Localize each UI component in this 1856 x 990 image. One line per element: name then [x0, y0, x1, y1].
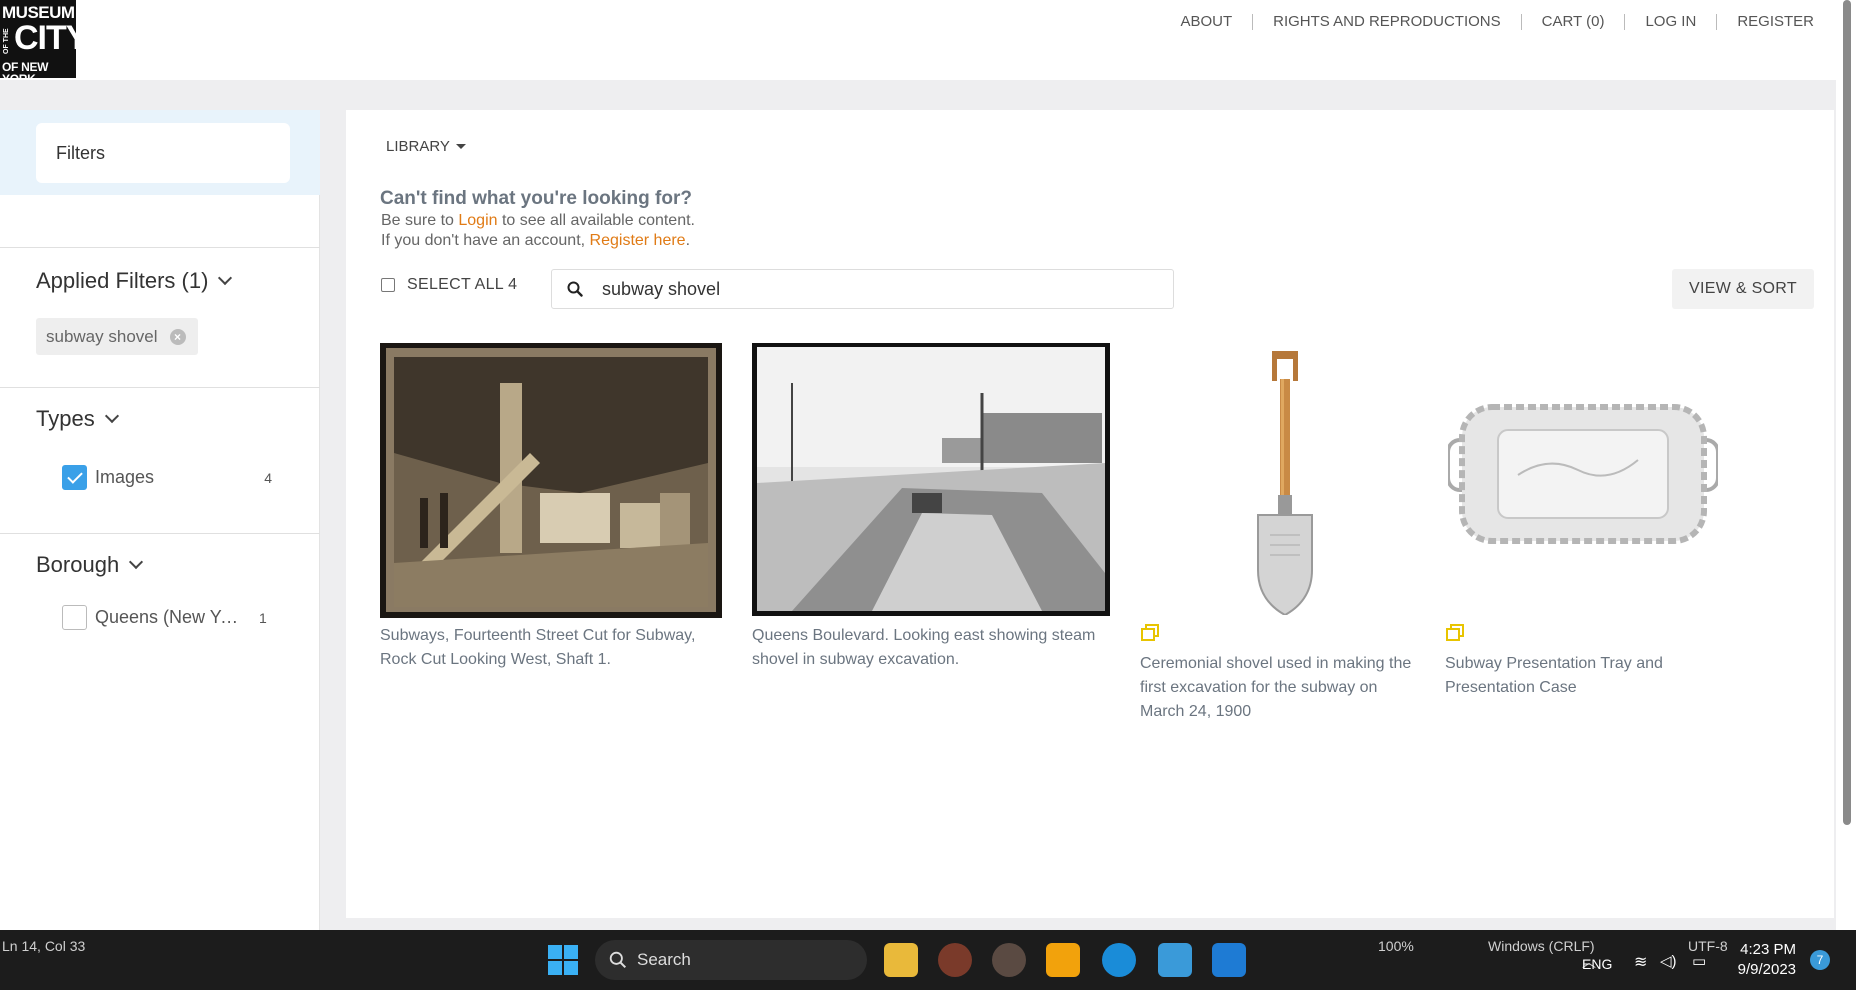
filters-button[interactable]: Filters	[36, 123, 290, 183]
remove-filter-icon[interactable]: ×	[169, 328, 186, 345]
app-icon[interactable]	[938, 943, 972, 977]
chip-label: subway shovel	[46, 326, 158, 346]
page-scrollbar[interactable]	[1843, 0, 1851, 825]
queens-checkbox[interactable]	[62, 605, 87, 630]
facet-count: 1	[259, 609, 267, 626]
register-prompt: If you don't have an account, Register h…	[381, 232, 690, 250]
app-icon[interactable]	[992, 943, 1026, 977]
chevron-down-icon	[218, 270, 233, 286]
edge-browser-icon[interactable]	[1102, 943, 1136, 977]
filter-sidebar	[0, 110, 320, 930]
caret-down-icon	[455, 144, 466, 149]
layout-gutter	[320, 110, 346, 930]
cursor-position[interactable]: Ln 14, Col 33	[2, 938, 85, 954]
select-all-label: SELECT ALL 4	[407, 276, 518, 293]
facet-label: Images	[95, 467, 155, 487]
battery-icon[interactable]: ▭	[1692, 952, 1706, 970]
nav-about[interactable]: ABOUT	[1160, 14, 1252, 30]
taskbar: Ln 14, Col 33 100% Windows (CRLF) UTF-8 …	[0, 930, 1856, 990]
site-header: MUSEUM OF THE CITY OF NEW YORK ABOUT RIG…	[0, 0, 1856, 80]
types-title: Types	[36, 406, 95, 431]
search-icon	[552, 281, 598, 297]
result-image-2[interactable]	[752, 343, 1110, 616]
library-label: LIBRARY	[386, 138, 450, 155]
notepad-icon[interactable]	[1158, 943, 1192, 977]
login-prompt: Be sure to Login to see all available co…	[381, 212, 695, 230]
museum-logo[interactable]: MUSEUM OF THE CITY OF NEW YORK	[0, 0, 76, 78]
facet-item-images[interactable]: Images 4	[62, 465, 272, 490]
volume-icon[interactable]: ◁)	[1660, 952, 1677, 970]
app-icon[interactable]	[1046, 943, 1080, 977]
multiple-images-icon	[1140, 624, 1160, 642]
facet-label: Queens (New York, N.Y.)	[95, 607, 247, 627]
layout-gutter-right	[1834, 110, 1836, 930]
select-all[interactable]: SELECT ALL 4	[381, 276, 517, 294]
nav-register[interactable]: REGISTER	[1716, 14, 1834, 30]
file-explorer-icon[interactable]	[884, 943, 918, 977]
result-caption-3[interactable]: Ceremonial shovel used in making the fir…	[1140, 652, 1415, 724]
zoom-level[interactable]: 100%	[1378, 938, 1414, 954]
library-dropdown[interactable]: LIBRARY	[386, 138, 466, 155]
system-clock[interactable]: 4:23 PM 9/9/2023	[1738, 940, 1796, 980]
vscode-icon[interactable]	[1212, 943, 1246, 977]
line-ending[interactable]: Windows (CRLF)	[1488, 938, 1595, 954]
search-value: subway shovel	[602, 278, 721, 299]
types-toggle[interactable]: Types	[36, 406, 119, 432]
logo-line-4: OF NEW YORK	[2, 60, 49, 78]
applied-filter-chip: subway shovel ×	[36, 318, 198, 355]
clock-time: 4:23 PM	[1740, 941, 1796, 958]
taskbar-search[interactable]: Search	[595, 940, 867, 980]
images-checkbox[interactable]	[62, 465, 87, 490]
login-prompt-post: to see all available content.	[497, 212, 695, 229]
wifi-icon[interactable]: ≋	[1634, 952, 1647, 972]
search-icon	[609, 951, 627, 969]
clock-date: 9/9/2023	[1737, 961, 1796, 978]
register-prompt-post: .	[685, 232, 691, 249]
logo-line-3: CITY	[14, 19, 76, 57]
search-input[interactable]: subway shovel	[551, 269, 1174, 309]
nav-login[interactable]: LOG IN	[1624, 14, 1716, 30]
view-sort-button[interactable]: VIEW & SORT	[1672, 269, 1814, 309]
result-image-1[interactable]	[380, 343, 722, 618]
taskbar-search-label: Search	[637, 950, 691, 969]
divider	[0, 247, 320, 248]
result-caption-4[interactable]: Subway Presentation Tray and Presentatio…	[1445, 652, 1705, 700]
divider	[0, 387, 320, 388]
cant-find-heading: Can't find what you're looking for?	[380, 188, 692, 209]
borough-toggle[interactable]: Borough	[36, 552, 144, 578]
logo-line-2: OF THE	[3, 28, 10, 54]
chevron-down-icon	[104, 408, 119, 424]
applied-filters-title: Applied Filters (1)	[36, 268, 209, 293]
notification-badge[interactable]: 7	[1810, 950, 1830, 970]
login-prompt-pre: Be sure to	[381, 212, 459, 229]
register-prompt-pre: If you don't have an account,	[381, 232, 590, 249]
nav-rights-reproductions[interactable]: RIGHTS AND REPRODUCTIONS	[1252, 14, 1521, 30]
divider	[0, 533, 320, 534]
language-indicator[interactable]: ENG	[1582, 956, 1612, 972]
top-navigation: ABOUT RIGHTS AND REPRODUCTIONS CART (0) …	[1160, 14, 1834, 30]
result-image-4[interactable]	[1446, 395, 1720, 555]
borough-title: Borough	[36, 552, 120, 577]
register-link[interactable]: Register here	[590, 232, 686, 249]
facet-item-queens[interactable]: Queens (New York, N.Y.) 1	[62, 605, 272, 630]
multiple-images-icon	[1445, 624, 1465, 642]
layout-gutter-bottom	[346, 918, 1834, 930]
chevron-down-icon	[129, 554, 144, 570]
nav-cart[interactable]: CART (0)	[1520, 14, 1625, 30]
windows-start-icon[interactable]	[548, 945, 578, 975]
select-all-checkbox[interactable]	[381, 278, 395, 292]
header-divider-band	[0, 80, 1836, 110]
result-caption-1[interactable]: Subways, Fourteenth Street Cut for Subwa…	[380, 624, 725, 672]
applied-filters-toggle[interactable]: Applied Filters (1)	[36, 268, 233, 294]
login-link[interactable]: Login	[458, 212, 497, 229]
result-caption-2[interactable]: Queens Boulevard. Looking east showing s…	[752, 624, 1097, 672]
facet-count: 4	[264, 469, 272, 486]
result-image-3[interactable]	[1240, 345, 1330, 617]
